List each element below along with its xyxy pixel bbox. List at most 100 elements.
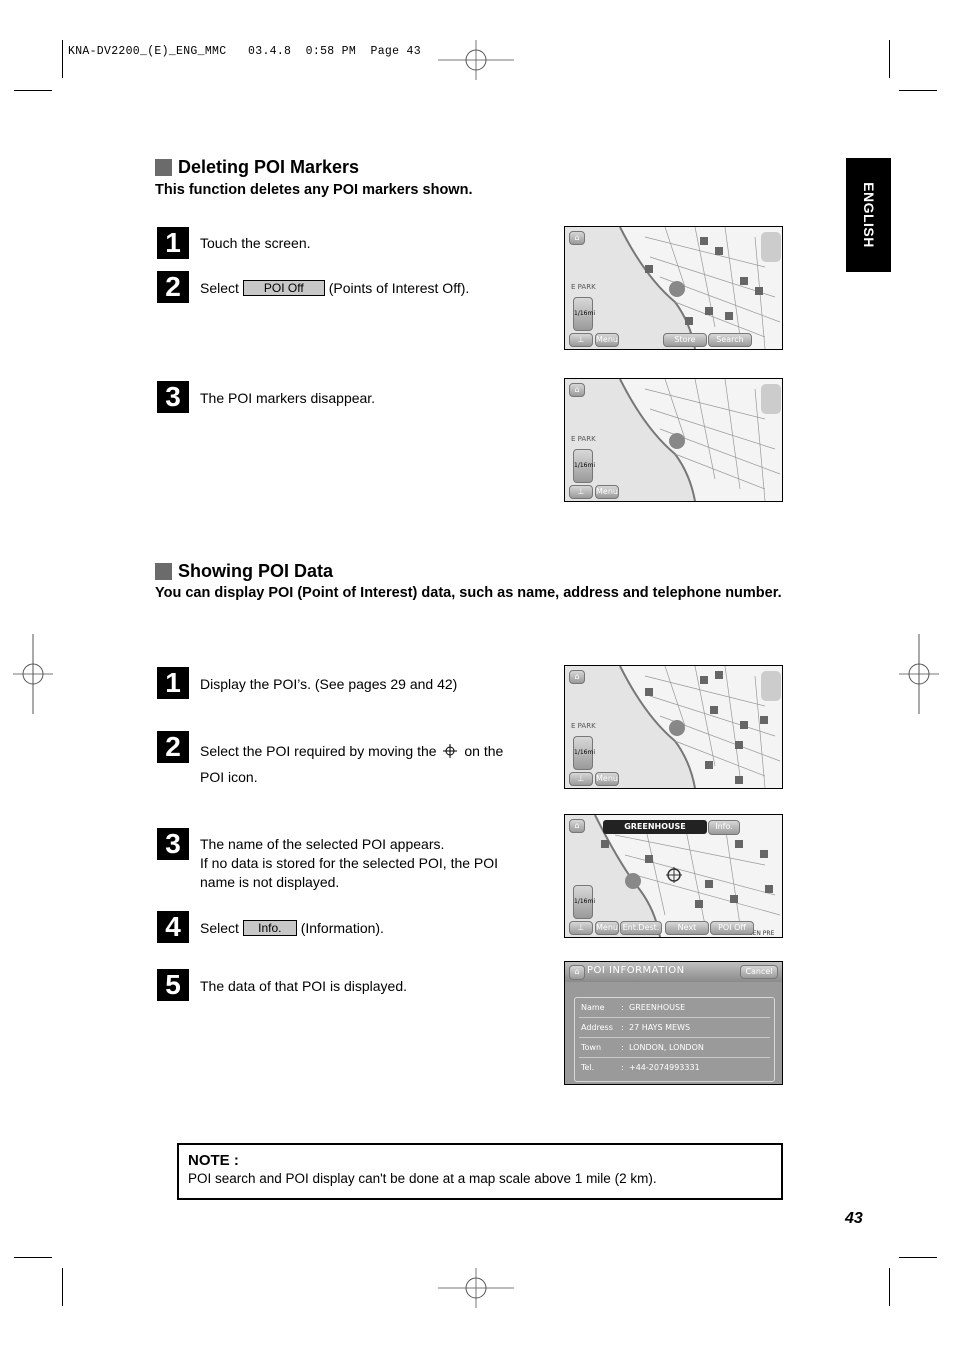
step-text: The POI markers disappear.	[200, 390, 376, 406]
poi-off-button-label: POI Off	[242, 280, 325, 296]
poi-off-button[interactable]: POI Off	[710, 921, 754, 935]
section-subtitle: This function deletes any POI markers sh…	[155, 182, 473, 198]
map-label-park: E PARK	[571, 283, 596, 291]
print-file-name: KNA-DV2200_(E)_ENG_MMC	[68, 45, 227, 58]
zoom-control[interactable]: 1/16mi	[573, 736, 595, 770]
map-screenshot-with-poi: E PARK ⌂ 1/16mi ⊥ Menu Store Search	[564, 226, 783, 350]
step-number: 5	[157, 969, 189, 1001]
map-label-park: E PARK	[571, 435, 596, 443]
crop-mark	[14, 1257, 52, 1258]
search-button[interactable]: Search	[708, 333, 752, 347]
poi-info-value: LONDON, LONDON	[629, 1043, 704, 1052]
home-button[interactable]: ⌂	[569, 965, 585, 980]
map-screenshot-with-poi: E PARK ⌂ 1/16mi ⊥ Menu	[564, 665, 783, 789]
step-text-line1: The name of the selected POI appears.	[200, 836, 445, 852]
zoom-control[interactable]: 1/16mi	[573, 449, 595, 483]
print-page-label: Page 43	[370, 45, 421, 58]
registration-mark-icon	[13, 634, 53, 714]
info-button-label: Info.	[242, 920, 297, 936]
map-image: E PARK	[565, 227, 782, 349]
home-button[interactable]: ⌂	[569, 231, 585, 245]
poi-name-bar: GREENHOUSE	[603, 820, 707, 834]
crosshair-icon	[443, 744, 458, 758]
position-button[interactable]: ⊥	[569, 485, 593, 499]
step-number: 2	[157, 731, 189, 763]
poi-information-screen: ⌂ POI INFORMATION Cancel Name: GREENHOUSE…	[565, 962, 782, 1084]
step-text: Touch the screen.	[200, 235, 311, 251]
crop-mark	[14, 90, 52, 91]
map-screenshot-no-poi: E PARK ⌂ 1/16mi ⊥ Menu	[564, 378, 783, 502]
poi-info-colon: :	[621, 1023, 624, 1032]
store-button[interactable]: Store	[663, 333, 707, 347]
page-number: 43	[845, 1210, 863, 1227]
section-square-icon	[155, 159, 172, 176]
crop-mark	[899, 90, 937, 91]
scale-label: 1/16mi	[574, 462, 595, 469]
poi-info-row: Town: LONDON, LONDON	[579, 1038, 770, 1058]
poi-info-row: Address:27 HAYS MEWS	[579, 1018, 770, 1038]
print-time: 0:58 PM	[305, 45, 357, 58]
step-text-post: (Points of Interest Off).	[328, 280, 470, 296]
step-text-line2: POI icon.	[200, 769, 258, 785]
language-tab: ENGLISH	[846, 158, 891, 272]
note-text: POI search and POI display can't be done…	[188, 1171, 657, 1186]
crop-mark	[899, 1257, 937, 1258]
step-text: Select the POI required by moving the on…	[200, 738, 503, 790]
poi-info-value: GREENHOUSE	[629, 1003, 686, 1012]
crop-mark	[62, 40, 63, 78]
print-date: 03.4.8	[248, 45, 292, 58]
section-square-icon	[155, 563, 172, 580]
scale-label: 1/16mi	[574, 898, 595, 905]
home-button[interactable]: ⌂	[569, 819, 585, 833]
menu-button[interactable]: Menu	[595, 921, 619, 935]
section-title-showing-poi: Showing POI Data	[155, 561, 333, 582]
poi-info-row: Name: GREENHOUSE	[579, 998, 770, 1018]
zoom-control[interactable]: 1/16mi	[573, 885, 595, 919]
section-subtitle: You can display POI (Point of Interest) …	[155, 585, 782, 601]
scale-label: 1/16mi	[574, 310, 595, 317]
step-number: 2	[157, 271, 189, 303]
position-button[interactable]: ⊥	[569, 333, 593, 347]
step-text: The data of that POI is displayed.	[200, 978, 408, 994]
position-button[interactable]: ⊥	[569, 772, 593, 786]
menu-button[interactable]: Menu	[595, 772, 619, 786]
poi-info-key: Address	[581, 1023, 613, 1032]
step-text: Select Info. (Information).	[200, 918, 384, 938]
crop-mark	[62, 1268, 63, 1306]
poi-info-colon: :	[621, 1003, 624, 1012]
step-text: Select POI Off (Points of Interest Off).	[200, 278, 469, 298]
poi-info-key: Name	[581, 1003, 605, 1012]
menu-button[interactable]: Menu	[595, 485, 619, 499]
cancel-button[interactable]: Cancel	[740, 965, 778, 979]
next-button[interactable]: Next	[665, 921, 709, 935]
info-button[interactable]: Info.	[708, 820, 740, 835]
step-text: The name of the selected POI appears. If…	[200, 835, 498, 892]
note-box: NOTE : POI search and POI display can't …	[177, 1143, 783, 1200]
registration-mark-icon	[438, 1268, 514, 1308]
home-button[interactable]: ⌂	[569, 670, 585, 684]
poi-info-colon: :	[621, 1043, 624, 1052]
menu-button[interactable]: Menu	[595, 333, 619, 347]
section-title-text: Deleting POI Markers	[178, 157, 360, 177]
poi-info-value: 27 HAYS MEWS	[629, 1023, 691, 1032]
map-image: E PARK	[565, 666, 782, 788]
step-text: Display the POI’s. (See pages 29 and 42)	[200, 676, 458, 692]
zoom-control[interactable]: 1/16mi	[573, 297, 595, 331]
note-title: NOTE :	[188, 1152, 239, 1169]
step-text-line2: If no data is stored for the selected PO…	[200, 855, 499, 871]
step-number: 1	[157, 227, 189, 259]
step-text-post: (Information).	[300, 920, 384, 936]
position-button[interactable]: ⊥	[569, 921, 593, 935]
map-screenshot-poi-selected: GREEN PRE ⌂ GREENHOUSE Info. 1/16mi ⊥ Me…	[564, 814, 783, 938]
poi-information-panel: Name: GREENHOUSE Address:27 HAYS MEWS Tow…	[574, 997, 775, 1082]
step-number: 3	[157, 828, 189, 860]
step-number: 1	[157, 667, 189, 699]
language-tab-label: ENGLISH	[860, 182, 877, 248]
poi-info-key: Tel.	[581, 1063, 595, 1072]
poi-info-key: Town	[581, 1043, 602, 1052]
home-button[interactable]: ⌂	[569, 383, 585, 397]
poi-info-colon: :	[621, 1063, 624, 1072]
enter-destination-button[interactable]: Ent.Dest.	[620, 921, 662, 935]
section-title-text: Showing POI Data	[178, 561, 334, 581]
step-number: 3	[157, 381, 189, 413]
